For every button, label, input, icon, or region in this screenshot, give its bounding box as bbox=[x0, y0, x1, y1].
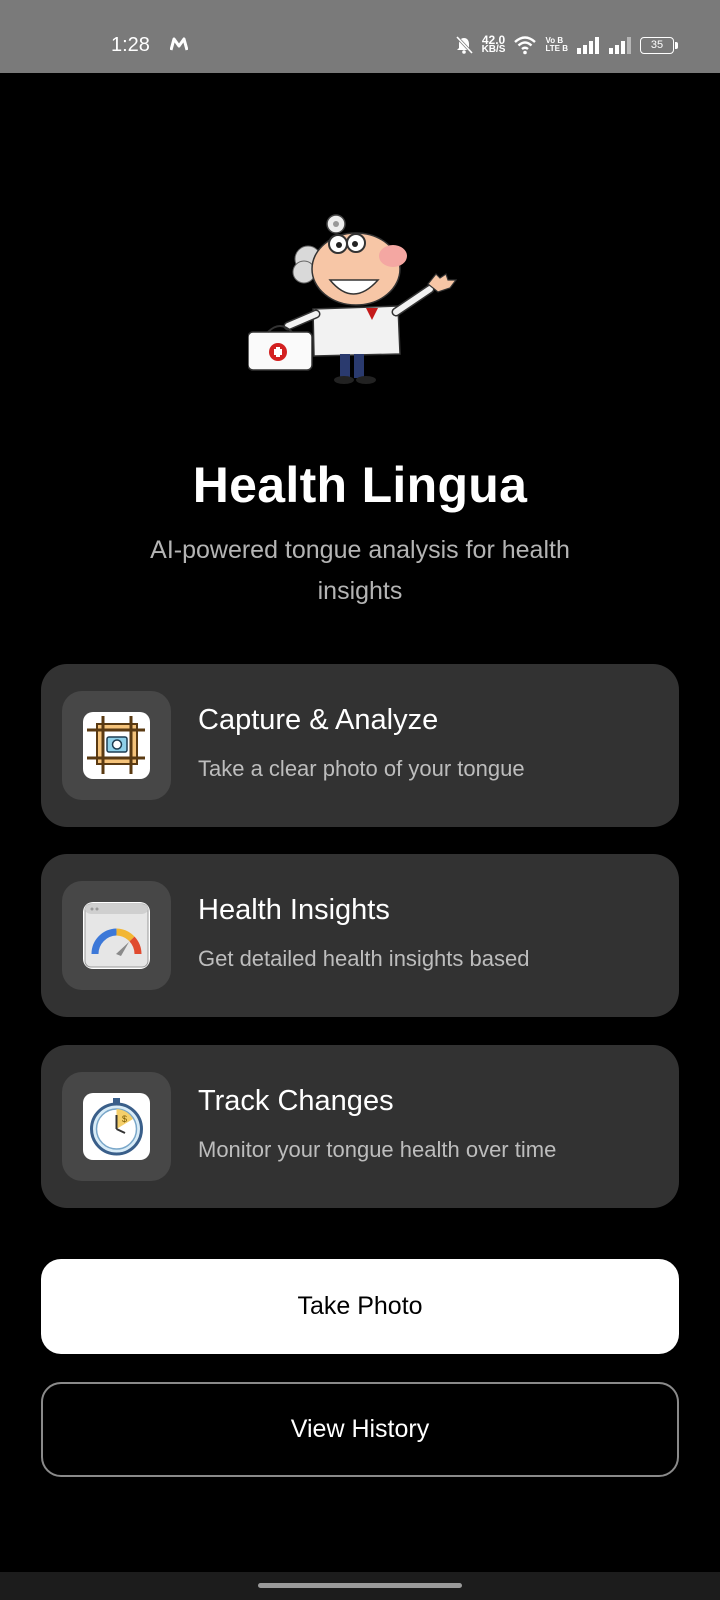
app-title: Health Lingua bbox=[192, 457, 528, 513]
status-bar: 1:28 42.0 KB/S Vo B LTE B 35 bbox=[0, 0, 720, 73]
feature-description: Get detailed health insights based bbox=[198, 946, 530, 971]
wifi-icon bbox=[514, 36, 537, 55]
feature-card-track: $ Track Changes Monitor your tongue heal… bbox=[41, 1045, 679, 1208]
home-indicator[interactable] bbox=[258, 1583, 462, 1588]
feature-title: Capture & Analyze bbox=[198, 704, 439, 736]
app-notification-icon bbox=[170, 37, 188, 51]
network-speed: 42.0 KB/S bbox=[481, 33, 506, 55]
app-subtitle: AI-powered tongue analysis for health in… bbox=[150, 536, 570, 605]
feature-description: Take a clear photo of your tongue bbox=[198, 756, 525, 781]
status-icons: 42.0 KB/S Vo B LTE B 35 bbox=[454, 32, 678, 58]
svg-text:$: $ bbox=[122, 1114, 127, 1124]
feature-card-capture: Capture & Analyze Take a clear photo of … bbox=[41, 664, 679, 827]
feature-description: Monitor your tongue health over time bbox=[198, 1137, 557, 1162]
gauge-dashboard-icon bbox=[83, 902, 150, 969]
doctor-mascot-illustration bbox=[248, 214, 458, 384]
mute-bell-icon bbox=[455, 35, 473, 55]
feature-title: Track Changes bbox=[198, 1085, 394, 1117]
view-history-button[interactable]: View History bbox=[41, 1382, 679, 1477]
battery-icon: 35 bbox=[640, 36, 678, 54]
take-photo-button[interactable]: Take Photo bbox=[41, 1259, 679, 1354]
feature-title: Health Insights bbox=[198, 894, 390, 926]
volte-indicator: Vo B LTE B bbox=[545, 36, 568, 53]
feature-icon-box: $ bbox=[62, 1072, 171, 1181]
signal-icon-2 bbox=[609, 37, 631, 54]
navigation-bar bbox=[0, 1572, 720, 1600]
status-time: 1:28 bbox=[111, 34, 150, 56]
signal-icon bbox=[577, 37, 599, 54]
feature-icon-box bbox=[62, 691, 171, 800]
camera-frame-icon bbox=[83, 712, 150, 779]
feature-card-insights: Health Insights Get detailed health insi… bbox=[41, 854, 679, 1017]
stopwatch-icon: $ bbox=[83, 1093, 150, 1160]
feature-icon-box bbox=[62, 881, 171, 990]
